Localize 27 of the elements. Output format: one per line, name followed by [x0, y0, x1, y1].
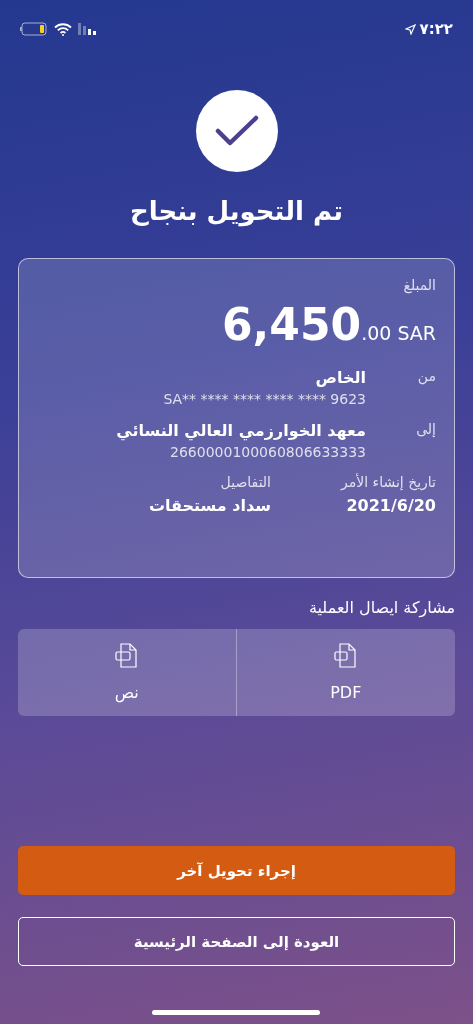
detail-label: التفاصيل [219, 474, 271, 490]
account-number: SA** **** **** **** **** 9623 [162, 391, 366, 407]
file-icon [114, 643, 139, 669]
location-icon [404, 23, 416, 35]
checkmark-icon [214, 115, 259, 147]
battery-icon [20, 22, 48, 36]
file-icon [333, 643, 358, 669]
detail-value: سداد مستحقات [148, 496, 271, 515]
wifi-icon [54, 22, 72, 36]
new-transfer-button[interactable]: إجراء تحويل آخر [18, 846, 455, 895]
success-title: تم التحويل بنجاح [128, 196, 345, 226]
amount-label: المبلغ [402, 277, 436, 293]
detail-label: تاريخ إنشاء الأمر [341, 474, 436, 490]
share-option[interactable]: نص [18, 629, 237, 716]
home-button[interactable]: العودة إلى الصفحة الرئيسية [18, 917, 455, 966]
amount-fraction: .00 SAR [361, 322, 436, 344]
clock-time: ٧:٢٢ [419, 20, 453, 38]
party-name: معهد الخوارزمي العالي النسائي [115, 421, 366, 440]
party-name: الخاص [314, 368, 366, 387]
share-option[interactable]: PDF [236, 629, 455, 716]
signal-icon [78, 23, 96, 35]
account-number: 2660000100060806633333 [169, 444, 366, 460]
detail-value: 2021/6/20 [345, 496, 436, 515]
amount-value: 6,450 [221, 299, 362, 350]
party-label: من [416, 368, 436, 387]
share-title: مشاركة ايصال العملية [307, 598, 455, 617]
party-label: إلى [415, 421, 436, 439]
